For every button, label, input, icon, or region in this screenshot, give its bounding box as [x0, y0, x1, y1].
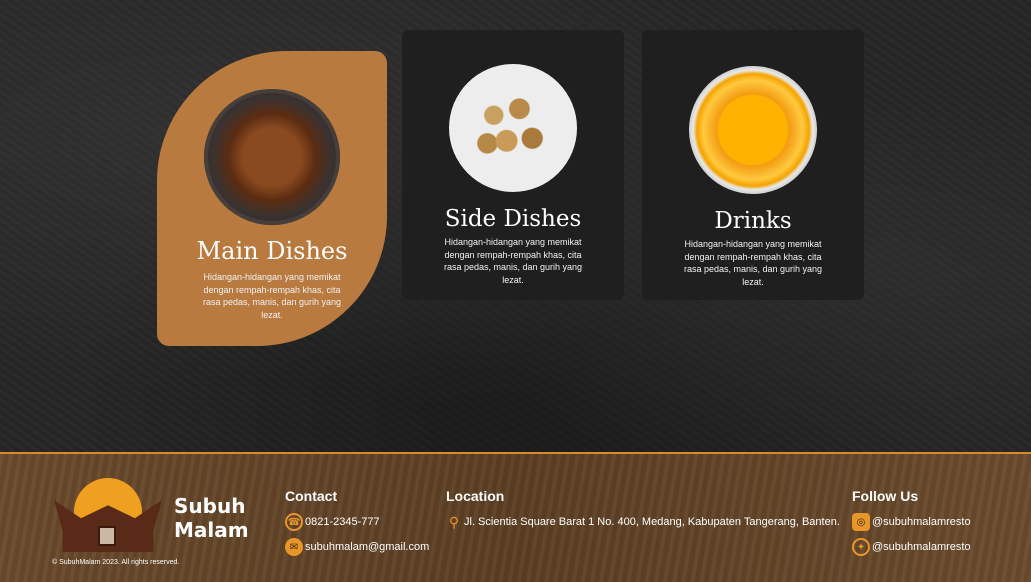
contact-section: Contact ☎ 0821-2345-777 ✉ subuhmalam@gma…	[285, 488, 429, 562]
menu-card-side-dishes[interactable]: Side Dishes Hidangan-hidangan yang memik…	[402, 30, 624, 300]
contact-heading: Contact	[285, 488, 338, 504]
copyright-text: © SubuhMalam 2023. All rights reserved.	[52, 559, 180, 566]
brand-name: Subuh Malam	[174, 494, 249, 542]
side-dish-image	[449, 64, 577, 192]
brand-logo[interactable]: Subuh Malam © SubuhMalam 2023. All right…	[52, 478, 249, 566]
card-description: Hidangan-hidangan yang memikat dengan re…	[202, 272, 342, 320]
mail-icon: ✉	[285, 538, 303, 556]
drink-image	[689, 66, 817, 194]
follow-heading: Follow Us	[852, 488, 919, 504]
contact-email[interactable]: ✉ subuhmalam@gmail.com	[285, 537, 429, 557]
social-section: Follow Us ◎ @subuhmalamresto ✦ @subuhmal…	[852, 488, 971, 562]
card-description: Hidangan-hidangan yang memikat dengan re…	[683, 239, 823, 287]
map-pin-icon: ⚲	[448, 513, 460, 530]
rumah-gadang-logo-icon	[52, 478, 167, 554]
location-section: Location ⚲ Jl. Scientia Square Barat 1 N…	[446, 488, 840, 537]
phone-icon: ☎	[285, 513, 303, 531]
menu-card-drinks[interactable]: Drinks Hidangan-hidangan yang memikat de…	[642, 30, 864, 300]
card-title: Main Dishes	[196, 237, 348, 265]
twitter-icon: ✦	[852, 538, 870, 556]
card-title: Side Dishes	[444, 206, 582, 232]
main-dish-image	[204, 89, 340, 225]
contact-phone[interactable]: ☎ 0821-2345-777	[285, 512, 429, 532]
instagram-link[interactable]: ◎ @subuhmalamresto	[852, 512, 971, 532]
location-heading: Location	[446, 488, 505, 504]
card-description: Hidangan-hidangan yang memikat dengan re…	[443, 237, 583, 285]
menu-card-main-dishes[interactable]: Main Dishes Hidangan-hidangan yang memik…	[157, 51, 387, 346]
card-title: Drinks	[714, 208, 792, 234]
site-footer: Subuh Malam © SubuhMalam 2023. All right…	[0, 452, 1031, 582]
instagram-icon: ◎	[852, 513, 870, 531]
location-address[interactable]: ⚲ Jl. Scientia Square Barat 1 No. 400, M…	[446, 512, 840, 532]
twitter-link[interactable]: ✦ @subuhmalamresto	[852, 537, 971, 557]
